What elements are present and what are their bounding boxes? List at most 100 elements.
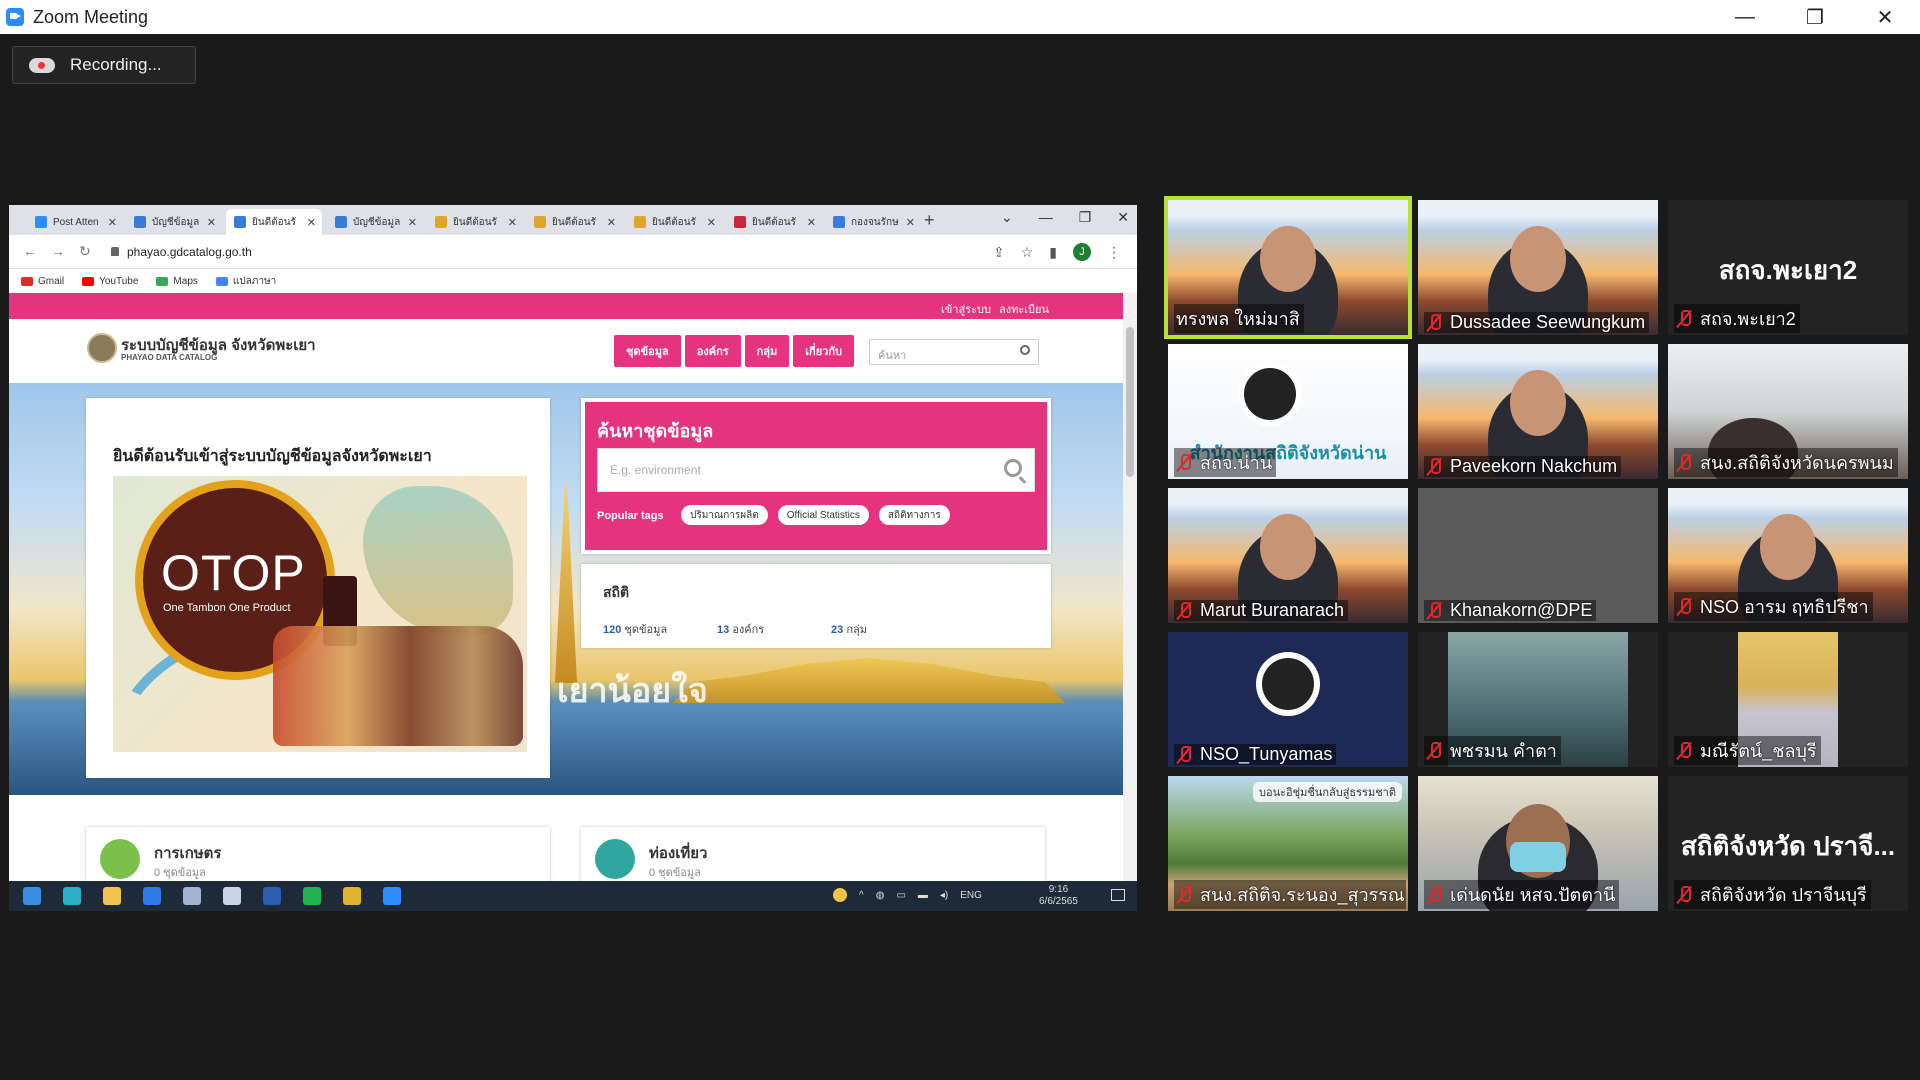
star-icon[interactable]: ☆ — [1021, 244, 1034, 261]
site-menu-item[interactable]: กลุ่ม — [744, 335, 790, 367]
search-icon[interactable] — [1020, 345, 1030, 355]
participant-tile[interactable]: พชรมน คำตา — [1418, 632, 1658, 767]
tray-network-icon[interactable]: ▭ — [896, 890, 905, 901]
tray-battery-icon[interactable]: ▬ — [918, 890, 928, 901]
browser-tab[interactable]: Post Atten ✕ — [27, 209, 123, 235]
participant-tile[interactable]: NSO_Tunyamas — [1168, 632, 1408, 767]
browser-tab[interactable]: บัญชีข้อมูล ✕ — [327, 209, 423, 235]
page-scrollbar[interactable] — [1123, 293, 1137, 881]
tab-label: ยินดีต้อนรั — [453, 216, 497, 228]
share-icon[interactable]: ⇪ — [993, 244, 1005, 261]
tab-close-icon[interactable]: ✕ — [108, 216, 117, 229]
bookmark-item[interactable]: Maps — [156, 276, 198, 287]
participant-tile[interactable]: เด่นดนัย หสจ.ปัตตานี — [1418, 776, 1658, 911]
app-icon[interactable] — [223, 887, 241, 905]
participant-tile[interactable]: มณีรัตน์_ชลบุรี — [1668, 632, 1908, 767]
bookmark-item[interactable]: Gmail — [21, 276, 64, 287]
tab-close-icon[interactable]: ✕ — [508, 216, 517, 229]
weather-icon[interactable] — [833, 888, 847, 902]
participant-tile[interactable]: Paveekorn Nakchum — [1418, 344, 1658, 479]
language-indicator[interactable]: ENG — [960, 890, 982, 901]
stat-label: องค์กร — [732, 624, 765, 636]
category-card[interactable]: การเกษตร 0 ชุดข้อมูล — [86, 827, 550, 881]
tab-close-icon[interactable]: ✕ — [207, 216, 216, 229]
tab-search-button[interactable]: ⌄ — [1001, 209, 1013, 226]
site-search-input[interactable]: ค้นหา — [869, 339, 1039, 365]
tray-mic-icon[interactable]: ◍ — [876, 890, 885, 901]
browser-close-button[interactable]: ✕ — [1117, 209, 1129, 226]
tab-close-icon[interactable]: ✕ — [607, 216, 616, 229]
browser-tab[interactable]: ยินดีต้อนรั ✕ — [226, 209, 322, 235]
popular-tag[interactable]: สถิติทางการ — [878, 505, 950, 525]
scroll-thumb[interactable] — [1126, 327, 1134, 477]
reload-icon[interactable]: ↻ — [79, 243, 91, 260]
word-icon[interactable] — [263, 887, 281, 905]
stat-item[interactable]: 120 ชุดข้อมูล — [603, 620, 667, 638]
participant-tile[interactable]: สถจ.พะเยา2 สถจ.พะเยา2 — [1668, 200, 1908, 335]
tab-close-icon[interactable]: ✕ — [307, 216, 316, 229]
line-icon[interactable] — [303, 887, 321, 905]
zoom-icon[interactable] — [383, 887, 401, 905]
login-link[interactable]: เข้าสู่ระบบ — [941, 300, 991, 318]
file-explorer-icon[interactable] — [103, 887, 121, 905]
browser-minimize-button[interactable]: — — [1039, 209, 1053, 226]
participant-tile[interactable]: บอนะอิชุ่มชื่นกลับสู่ธรรมชาติ สนง.สถิติจ.… — [1168, 776, 1408, 911]
tray-chevron-icon[interactable]: ^ — [859, 890, 864, 901]
tab-close-icon[interactable]: ✕ — [807, 216, 816, 229]
restore-button[interactable]: ❐ — [1780, 0, 1850, 34]
browser-tab[interactable]: ยินดีต้อนรั ✕ — [726, 209, 822, 235]
tab-close-icon[interactable]: ✕ — [906, 216, 915, 229]
participant-tile[interactable]: Marut Buranarach — [1168, 488, 1408, 623]
province-seal-logo[interactable] — [87, 333, 117, 363]
participant-tile[interactable]: Khanakorn@DPE — [1418, 488, 1658, 623]
browser-tabstrip: + ⌄ — ❐ ✕ Post Atten ✕ บัญชีข้อมูล ✕ ยินดีต้อนร… — [9, 205, 1137, 235]
browser-restore-button[interactable]: ❐ — [1079, 209, 1092, 226]
network-app-icon[interactable] — [183, 887, 201, 905]
close-button[interactable]: ✕ — [1850, 0, 1920, 34]
browser-tab[interactable]: ยินดีต้อนรั ✕ — [626, 209, 722, 235]
recording-indicator[interactable]: Recording... — [12, 46, 196, 84]
browser-tab[interactable]: กองจนรักษ ✕ — [825, 209, 921, 235]
tab-close-icon[interactable]: ✕ — [408, 216, 417, 229]
stat-item[interactable]: 13 องค์กร — [717, 620, 764, 638]
category-card[interactable]: ท่องเที่ยว 0 ชุดข้อมูล — [581, 827, 1045, 881]
participant-tile[interactable]: สถิติจังหวัด ปราจี... สถิติจังหวัด ปราจีน… — [1668, 776, 1908, 911]
bookmark-item[interactable]: YouTube — [82, 276, 138, 287]
stat-item[interactable]: 23 กลุ่ม — [831, 620, 867, 638]
dataset-search-input[interactable]: E.g. environment — [597, 448, 1035, 492]
browser-menu-icon[interactable]: ⋮ — [1107, 244, 1121, 261]
participant-tile[interactable]: ทรงพล ใหม่มาสิ — [1168, 200, 1408, 335]
register-link[interactable]: ลงทะเบียน — [999, 300, 1049, 318]
browser-tab[interactable]: บัญชีข้อมูล ✕ — [126, 209, 222, 235]
bookmark-icon — [82, 276, 95, 286]
sidepanel-icon[interactable]: ▮ — [1049, 244, 1057, 261]
profile-avatar[interactable]: J — [1073, 243, 1091, 261]
participant-tile[interactable]: Dussadee Seewungkum — [1418, 200, 1658, 335]
site-menu-item[interactable]: องค์กร — [684, 335, 741, 367]
back-icon[interactable]: ← — [23, 243, 37, 259]
mail-icon[interactable] — [143, 887, 161, 905]
browser-tab[interactable]: ยินดีต้อนรั ✕ — [427, 209, 523, 235]
participant-tile[interactable]: สำนักงานสถิติจังหวัดน่าน สถจ.น่าน — [1168, 344, 1408, 479]
chrome-icon[interactable] — [343, 887, 361, 905]
popular-tag[interactable]: ปริมาณการผลิต — [681, 505, 768, 525]
tab-close-icon[interactable]: ✕ — [707, 216, 716, 229]
site-menu-item[interactable]: ชุดข้อมูล — [614, 335, 681, 367]
edge-icon[interactable] — [63, 887, 81, 905]
participant-tile[interactable]: สนง.สถิติจังหวัดนครพนม — [1668, 344, 1908, 479]
browser-tab[interactable]: ยินดีต้อนรั ✕ — [526, 209, 622, 235]
site-menu-item[interactable]: เกี่ยวกับ — [793, 335, 854, 367]
bookmark-item[interactable]: แปลภาษา — [215, 274, 276, 289]
search-icon[interactable] — [1004, 459, 1022, 477]
tray-volume-icon[interactable]: ◂) — [940, 890, 948, 901]
taskbar-clock[interactable]: 9:16 6/6/2565 — [1039, 884, 1078, 908]
url-field[interactable]: phayao.gdcatalog.go.th — [127, 245, 252, 259]
popular-tag[interactable]: Official Statistics — [777, 505, 869, 525]
start-icon[interactable] — [23, 887, 41, 905]
participant-tile[interactable]: NSO อารม ฤทธิปรีชา — [1668, 488, 1908, 623]
forward-icon[interactable]: → — [51, 243, 65, 259]
notification-icon[interactable] — [1111, 889, 1125, 901]
minimize-button[interactable]: — — [1710, 0, 1780, 34]
mic-muted-icon — [1176, 601, 1192, 621]
new-tab-button[interactable]: + — [924, 210, 935, 231]
